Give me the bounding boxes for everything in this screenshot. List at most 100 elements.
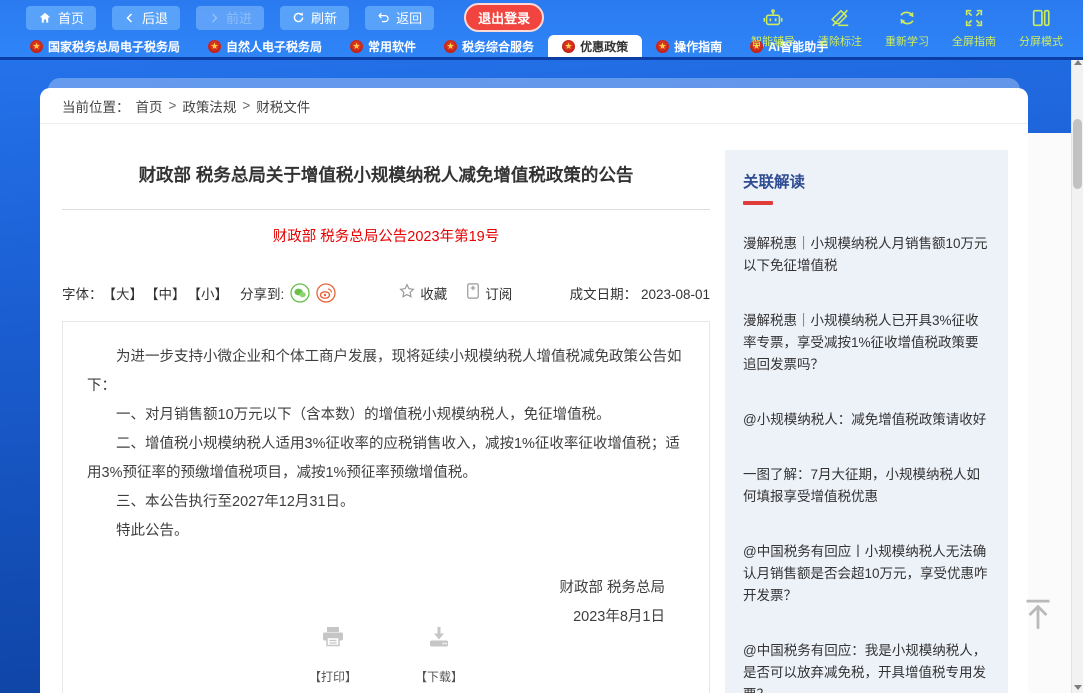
top-header: 首页 后退 前进 刷新 返回 退出登录 ★ 国家税务总局电: [0, 0, 1083, 60]
relearn-button[interactable]: 重新学习: [881, 7, 933, 49]
back-button[interactable]: 后退: [112, 6, 180, 30]
title-accent-bar: [743, 201, 773, 205]
vertical-scrollbar[interactable]: [1071, 57, 1083, 693]
breadcrumb-home[interactable]: 首页: [136, 96, 163, 116]
tool-label: 分屏模式: [1019, 33, 1063, 49]
tab-national-etax[interactable]: ★ 国家税务总局电子税务局: [16, 35, 194, 57]
related-article-link[interactable]: 漫解税惠｜小规模纳税人月销售额10万元以下免征增值税: [743, 233, 990, 277]
back-to-top-button[interactable]: [1016, 594, 1060, 638]
print-label: 【打印】: [309, 663, 357, 692]
font-size-large-button[interactable]: 【大】: [103, 283, 144, 303]
return-button[interactable]: 返回: [365, 6, 434, 30]
scrollbar-down-arrow[interactable]: [1074, 685, 1082, 690]
page-background: 当前位置： 首页 > 政策法规 > 财税文件 财政部 税务总局关于增值税小规模纳…: [0, 60, 1083, 693]
tool-label: 清除标注: [818, 33, 862, 49]
font-size-small-button[interactable]: 【小】: [188, 283, 229, 303]
print-button[interactable]: 【打印】: [309, 625, 357, 692]
smart-tutor-button[interactable]: 智能辅导: [747, 7, 799, 49]
related-article-link[interactable]: @中国税务有回应丨小规模纳税人无法确认月销售额是否会超10万元，享受优惠咋开发票…: [743, 541, 990, 607]
refresh-button[interactable]: 刷新: [280, 6, 349, 30]
assist-tools: 智能辅导 清除标注 重新学习 全屏指南 分屏模式: [747, 7, 1067, 49]
home-button[interactable]: 首页: [26, 6, 96, 30]
issue-date-value: 2023-08-01: [641, 287, 710, 302]
breadcrumb: 当前位置： 首页 > 政策法规 > 财税文件: [40, 88, 1028, 124]
fullscreen-guide-button[interactable]: 全屏指南: [948, 7, 1000, 49]
related-reading-title: 关联解读: [743, 170, 990, 192]
document-body: 为进一步支持小微企业和个体工商户发展，现将延续小规模纳税人增值税减免政策公告如下…: [62, 321, 710, 693]
tab-preferential-policy[interactable]: ★ 优惠政策: [548, 35, 642, 57]
favorite-button[interactable]: 收藏: [398, 282, 447, 303]
issue-date: 成文日期： 2023-08-01: [570, 283, 710, 303]
font-size-label: 字体：: [62, 283, 103, 303]
return-button-label: 返回: [396, 8, 422, 27]
home-button-label: 首页: [58, 8, 84, 27]
star-icon: [398, 282, 416, 303]
clear-annotation-button[interactable]: 清除标注: [814, 7, 866, 49]
chevron-left-icon: [124, 12, 136, 24]
weibo-share-icon[interactable]: [316, 283, 336, 303]
tab-common-software[interactable]: ★ 常用软件: [336, 35, 430, 57]
chevron-right-icon: [208, 12, 220, 24]
download-icon: [426, 625, 452, 660]
breadcrumb-policy[interactable]: 政策法规: [182, 96, 236, 116]
fullscreen-expand-icon: [962, 7, 986, 29]
printer-icon: [320, 625, 346, 660]
refresh-circle-icon: [895, 7, 919, 29]
related-article-link[interactable]: 漫解税惠｜小规模纳税人已开具3%征收率专票，享受减按1%征收增值税政策要追回发票…: [743, 310, 990, 376]
split-screen-icon: [1029, 7, 1053, 29]
bookmark-icon: [465, 282, 481, 303]
paragraph: 为进一步支持小微企业和个体工商户发展，现将延续小规模纳税人增值税减免政策公告如下…: [87, 343, 685, 401]
document-number: 财政部 税务总局公告2023年第19号: [62, 225, 710, 246]
title-divider: [62, 209, 710, 210]
splitscreen-button[interactable]: 分屏模式: [1015, 7, 1067, 49]
arrow-up-to-line-icon: [1019, 623, 1057, 638]
refresh-icon: [292, 11, 305, 24]
signature-block: 财政部 税务总局 2023年8月1日: [87, 574, 685, 632]
forward-button-label: 前进: [226, 8, 252, 27]
national-emblem-icon: ★: [350, 40, 363, 53]
signature-issuer: 财政部 税务总局: [87, 574, 665, 603]
tool-label: 重新学习: [885, 33, 929, 49]
tab-label: 优惠政策: [580, 38, 628, 55]
related-article-link[interactable]: 一图了解：7月大征期，小规模纳税人如何填报享受增值税优惠: [743, 464, 990, 508]
subscribe-button[interactable]: 订阅: [465, 282, 512, 303]
scrollbar-up-arrow[interactable]: [1074, 60, 1082, 65]
tab-operation-guide[interactable]: ★ 操作指南: [642, 35, 736, 57]
subscribe-label: 订阅: [485, 283, 512, 303]
document-actions: 【打印】 【下载】: [63, 625, 709, 692]
related-reading-panel: 关联解读 漫解税惠｜小规模纳税人月销售额10万元以下免征增值税 漫解税惠｜小规模…: [725, 150, 1008, 693]
paragraph: 二、增值税小规模纳税人适用3%征收率的应税销售收入，减按1%征收率征收增值税；适…: [87, 430, 685, 488]
related-reading-list: 漫解税惠｜小规模纳税人月销售额10万元以下免征增值税 漫解税惠｜小规模纳税人已开…: [743, 233, 990, 693]
national-emblem-icon: ★: [444, 40, 457, 53]
breadcrumb-fiscal-docs[interactable]: 财税文件: [256, 96, 310, 116]
paragraph: 三、本公告执行至2027年12月31日。: [87, 488, 685, 517]
forward-button[interactable]: 前进: [196, 6, 264, 30]
breadcrumb-separator: >: [169, 98, 177, 113]
font-size-medium-button[interactable]: 【中】: [145, 283, 186, 303]
national-emblem-icon: ★: [30, 40, 43, 53]
logout-button[interactable]: 退出登录: [464, 3, 544, 32]
favorite-subscribe-group: 收藏 订阅: [398, 282, 512, 303]
breadcrumb-prefix: 当前位置：: [62, 96, 130, 116]
tool-label: 智能辅导: [751, 33, 795, 49]
download-label: 【下载】: [415, 663, 463, 692]
document-title: 财政部 税务总局关于增值税小规模纳税人减免增值税政策的公告: [62, 162, 710, 187]
etax-browser-window: 首页 后退 前进 刷新 返回 退出登录 ★ 国家税务总局电: [0, 0, 1083, 693]
related-article-link[interactable]: @中国税务有回应：我是小规模纳税人，是否可以放弃减免税，开具增值税专用发票？: [743, 640, 990, 693]
paragraph: 特此公告。: [87, 517, 685, 546]
national-emblem-icon: ★: [656, 40, 669, 53]
download-button[interactable]: 【下载】: [415, 625, 463, 692]
document-panel: 财政部 税务总局关于增值税小规模纳税人减免增值税政策的公告 财政部 税务总局公告…: [62, 124, 710, 693]
tab-natural-person-etax[interactable]: ★ 自然人电子税务局: [194, 35, 336, 57]
related-article-link[interactable]: @小规模纳税人：减免增值税政策请收好: [743, 409, 990, 431]
national-emblem-icon: ★: [208, 40, 221, 53]
robot-icon: [761, 7, 785, 29]
tab-label: 常用软件: [368, 38, 416, 55]
wechat-share-icon[interactable]: [290, 283, 310, 303]
content-card: 当前位置： 首页 > 政策法规 > 财税文件 财政部 税务总局关于增值税小规模纳…: [40, 88, 1028, 693]
tab-tax-services[interactable]: ★ 税务综合服务: [430, 35, 548, 57]
scrollbar-thumb[interactable]: [1073, 119, 1082, 189]
national-emblem-icon: ★: [562, 40, 575, 53]
breadcrumb-separator: >: [242, 98, 250, 113]
return-icon: [377, 11, 390, 24]
